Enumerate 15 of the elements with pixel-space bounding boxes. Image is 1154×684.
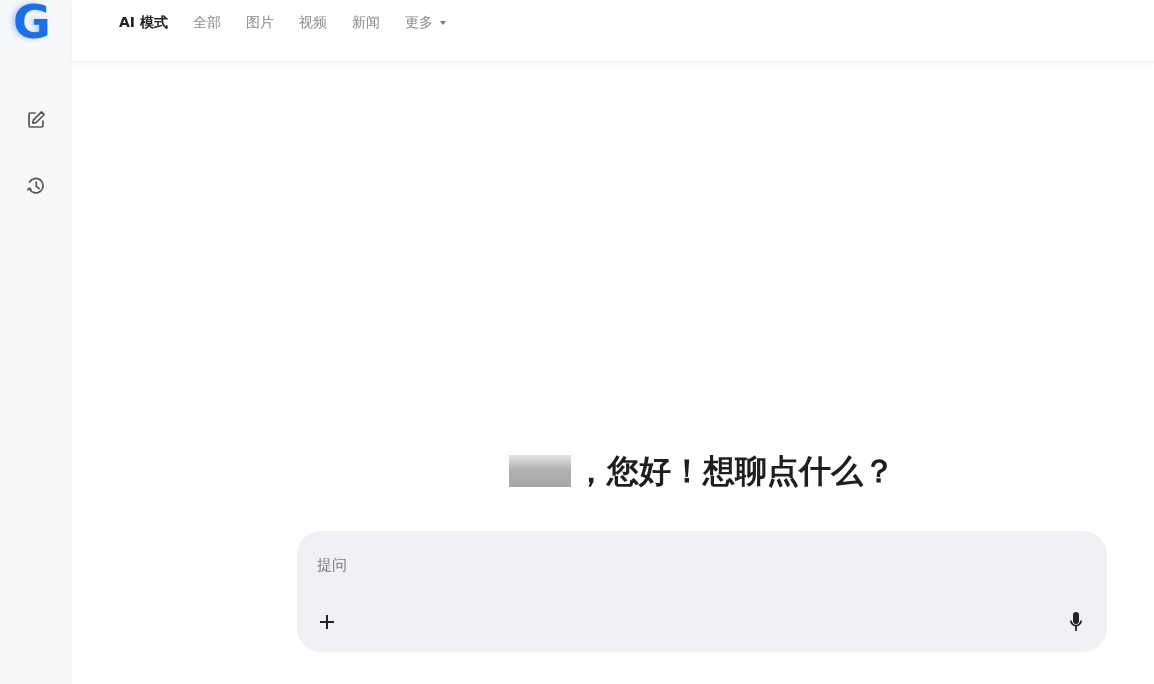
history-icon xyxy=(26,176,46,196)
logo[interactable]: G xyxy=(13,0,51,44)
prompt-field[interactable]: 提问 xyxy=(317,553,1085,577)
microphone-icon xyxy=(1070,612,1082,631)
nav-tab[interactable]: 新闻 xyxy=(351,13,380,32)
nav-tab[interactable]: AI 模式 xyxy=(119,13,168,32)
edit-icon xyxy=(26,110,46,130)
greeting-text: ，您好！想聊点什么？ xyxy=(575,451,895,491)
voice-button[interactable] xyxy=(1067,609,1085,634)
nav-tab[interactable]: 视频 xyxy=(298,13,327,32)
caret-icon xyxy=(439,20,446,25)
more-menu[interactable]: 更多 xyxy=(404,13,446,32)
plus-icon xyxy=(320,614,334,629)
nav-tab[interactable]: 全部 xyxy=(192,13,221,32)
nav-tab[interactable]: 图片 xyxy=(245,13,274,32)
